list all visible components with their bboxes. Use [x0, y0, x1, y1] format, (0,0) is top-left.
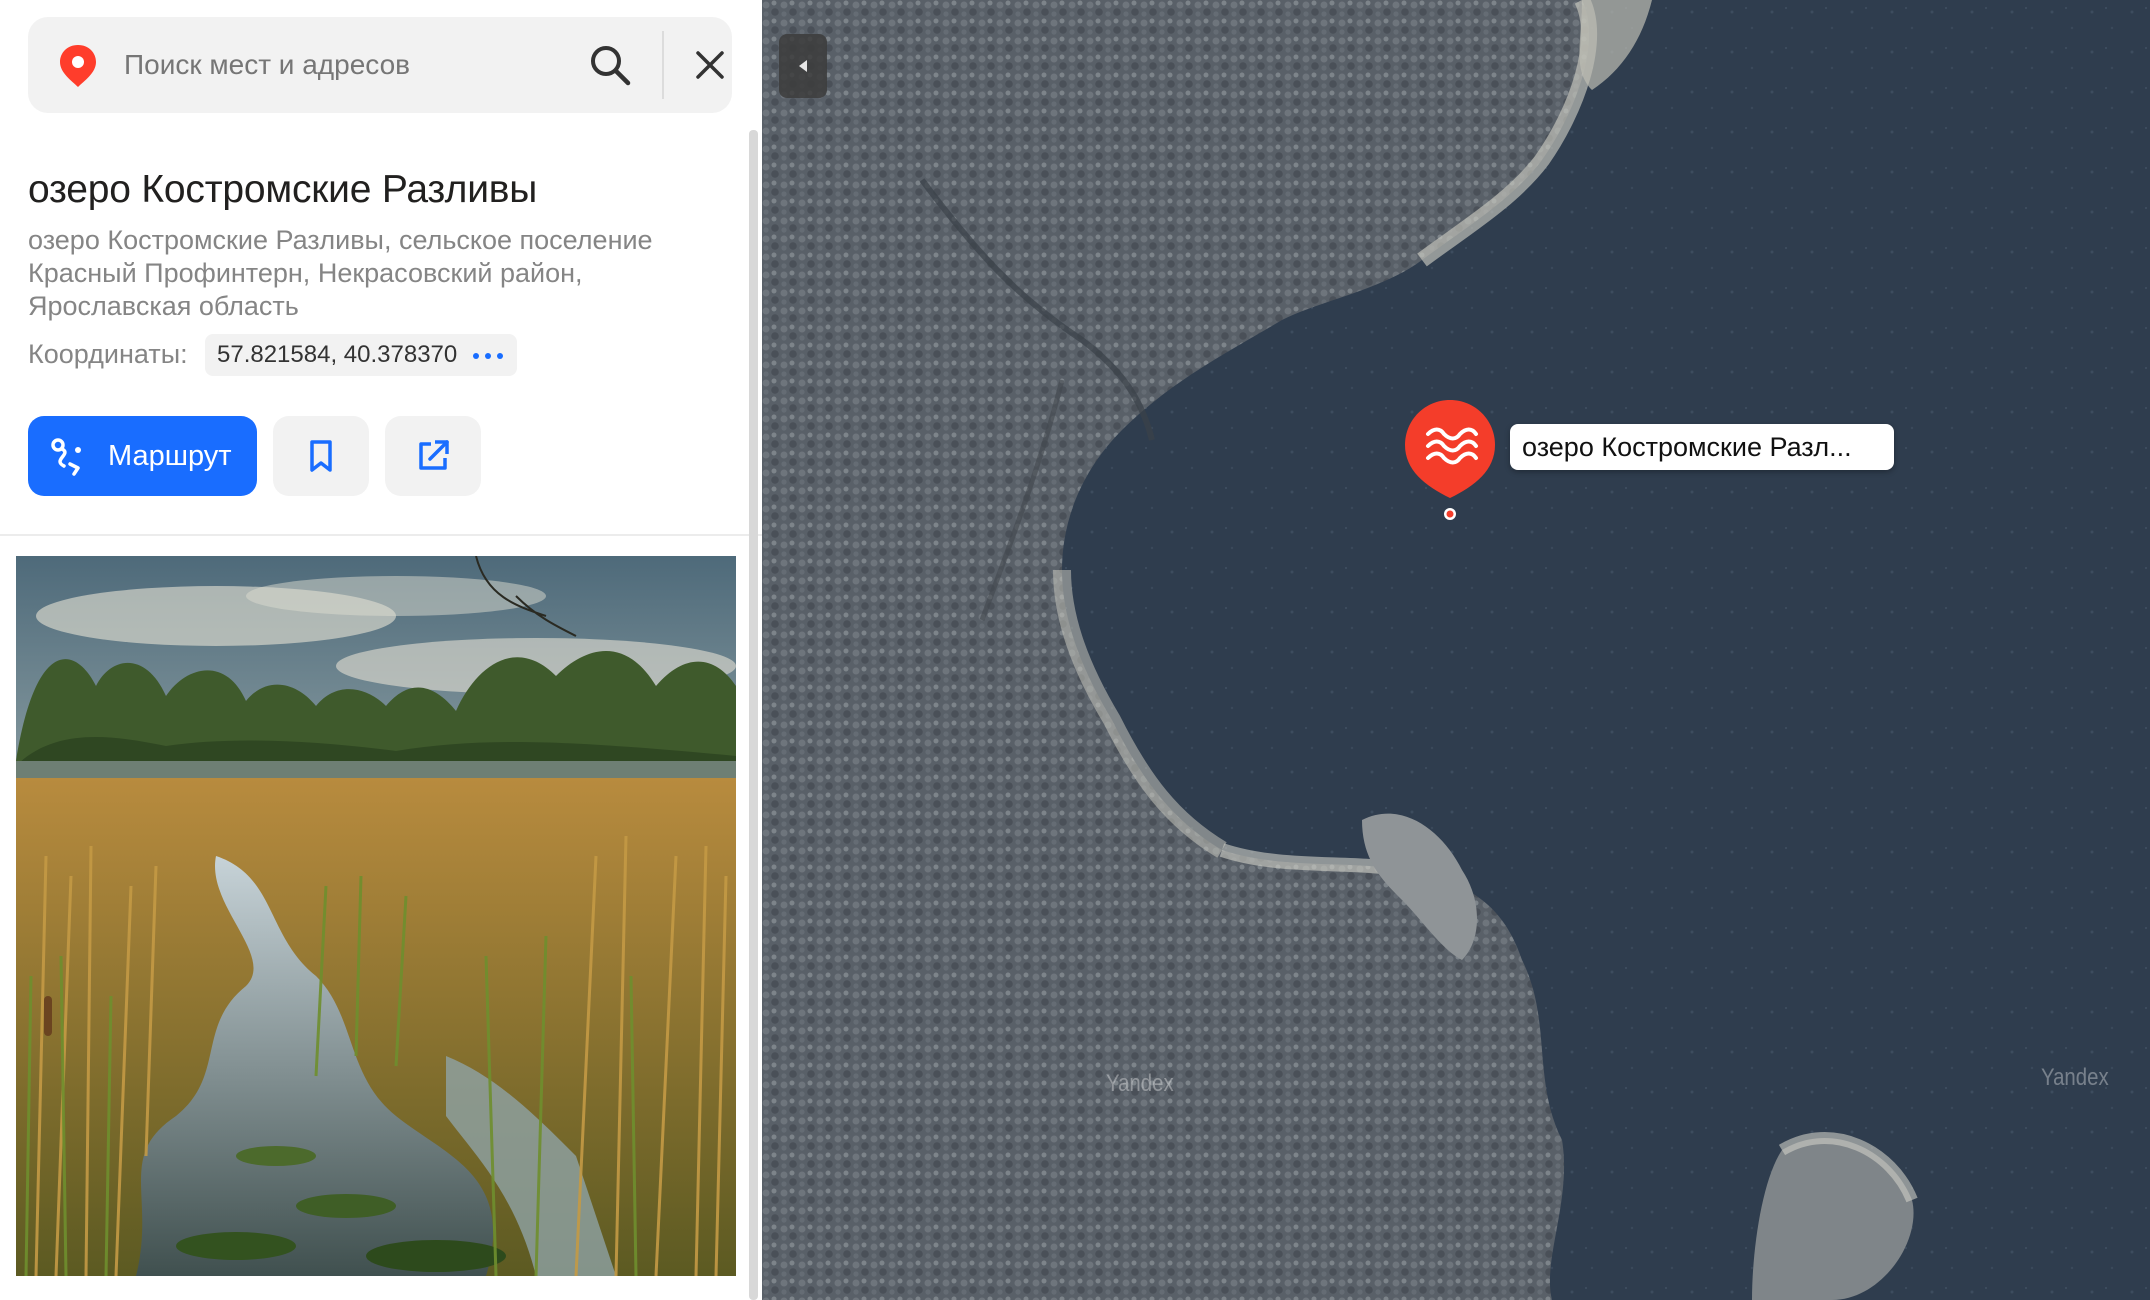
bookmark-icon	[310, 440, 332, 472]
coordinates-label: Координаты:	[28, 339, 188, 369]
route-button[interactable]: Маршрут	[28, 416, 257, 496]
map-imagery[interactable]	[762, 0, 2150, 1300]
map-marker-label[interactable]: озеро Костромские Разл...	[1510, 424, 1894, 470]
coordinates-chip[interactable]: 57.821584, 40.378370	[205, 334, 517, 376]
more-dots-icon[interactable]	[473, 353, 503, 359]
coordinates-value[interactable]: 57.821584, 40.378370	[217, 334, 457, 376]
search-icon[interactable]	[588, 43, 632, 87]
water-waves-icon[interactable]	[1403, 398, 1497, 520]
map-watermark: Yandex	[1105, 1070, 1174, 1097]
collapse-panel-button[interactable]	[779, 34, 827, 98]
search-input[interactable]: Поиск мест и адресов	[124, 17, 410, 113]
share-icon	[419, 440, 449, 470]
place-photo[interactable]	[16, 556, 736, 1276]
collapse-arrow-icon	[799, 60, 807, 72]
place-title: озеро Костромские Разливы	[28, 168, 538, 211]
place-panel: Поиск мест и адресов озеро Костромские Р…	[0, 0, 762, 1300]
share-button[interactable]	[385, 416, 481, 496]
section-divider	[0, 534, 762, 536]
route-button-label: Маршрут	[108, 440, 232, 472]
satellite-map[interactable]	[762, 0, 2150, 1300]
place-address: озеро Костромские Разливы, сельское посе…	[28, 225, 653, 321]
bookmark-button[interactable]	[273, 416, 369, 496]
route-icon	[51, 438, 81, 476]
location-pin-icon	[60, 45, 96, 87]
panel-scrollbar[interactable]	[749, 130, 758, 1300]
close-icon[interactable]	[692, 47, 728, 83]
map-watermark: Yandex	[2040, 1064, 2109, 1091]
search-divider	[662, 31, 664, 99]
search-bar[interactable]: Поиск мест и адресов	[28, 17, 732, 113]
